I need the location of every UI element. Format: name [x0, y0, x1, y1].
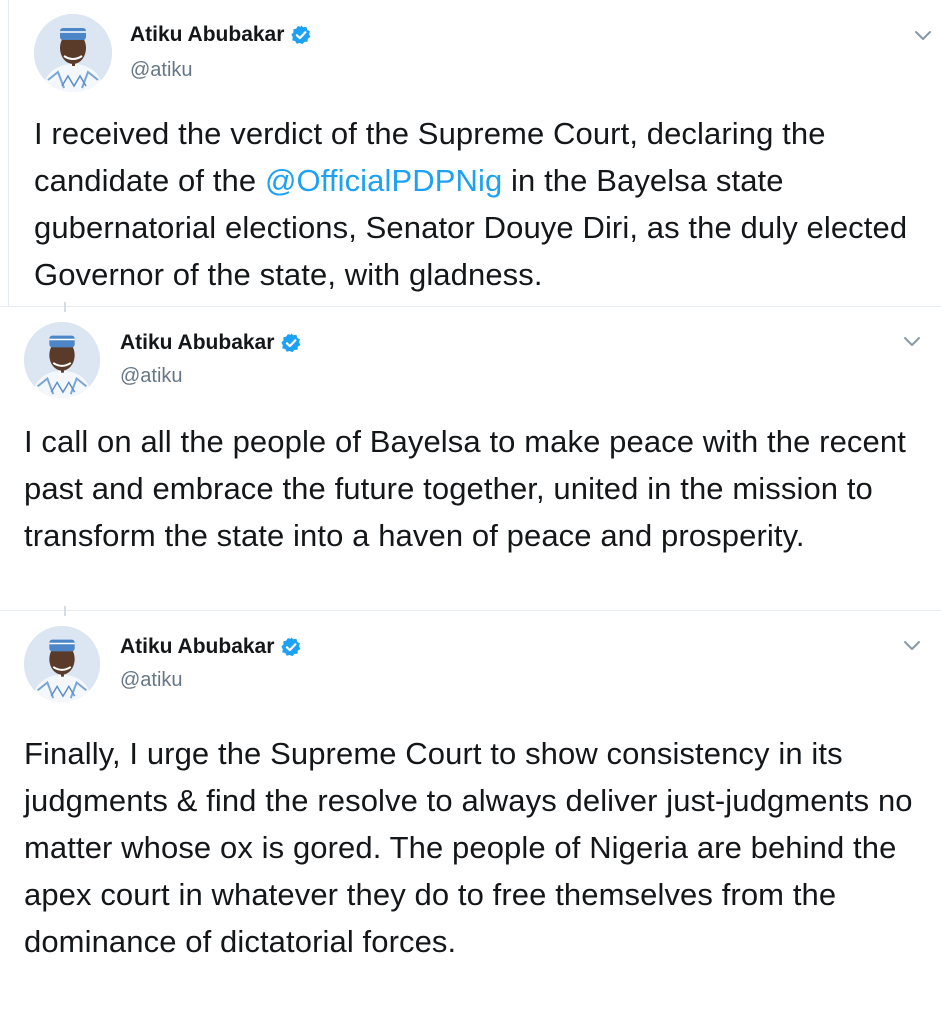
thread-connector — [64, 606, 66, 616]
tweet-card[interactable]: Atiku Abubakar @atiku I received the ver… — [0, 0, 941, 306]
divider — [0, 306, 941, 307]
author-row: Atiku Abubakar — [130, 22, 312, 48]
tweet-text: I received the verdict of the Supreme Co… — [34, 110, 939, 298]
handle[interactable]: @atiku — [120, 364, 183, 388]
author-row: Atiku Abubakar — [120, 634, 302, 660]
avatar[interactable] — [34, 14, 112, 92]
verified-badge-icon — [284, 24, 312, 46]
verified-badge-icon — [274, 332, 302, 354]
chevron-down-icon[interactable] — [914, 30, 932, 42]
tweet-card[interactable]: Atiku Abubakar @atiku I call on all the … — [0, 302, 941, 610]
handle[interactable]: @atiku — [120, 668, 183, 692]
thread-line — [8, 0, 9, 306]
mention-link[interactable]: @OfficialPDPNig — [265, 163, 502, 198]
verified-badge-icon — [274, 636, 302, 658]
handle[interactable]: @atiku — [130, 58, 193, 82]
avatar[interactable] — [24, 322, 100, 398]
thread-connector — [64, 302, 66, 312]
tweet-text: I call on all the people of Bayelsa to m… — [24, 424, 906, 553]
display-name[interactable]: Atiku Abubakar — [120, 634, 274, 660]
author-row: Atiku Abubakar — [120, 330, 302, 356]
chevron-down-icon[interactable] — [903, 336, 921, 348]
chevron-down-icon[interactable] — [903, 640, 921, 652]
divider — [0, 610, 941, 611]
display-name[interactable]: Atiku Abubakar — [130, 22, 284, 48]
tweet-text: Finally, I urge the Supreme Court to sho… — [24, 736, 913, 959]
tweet-card[interactable]: Atiku Abubakar @atiku Finally, I urge th… — [0, 606, 941, 1024]
avatar[interactable] — [24, 626, 100, 702]
display-name[interactable]: Atiku Abubakar — [120, 330, 274, 356]
